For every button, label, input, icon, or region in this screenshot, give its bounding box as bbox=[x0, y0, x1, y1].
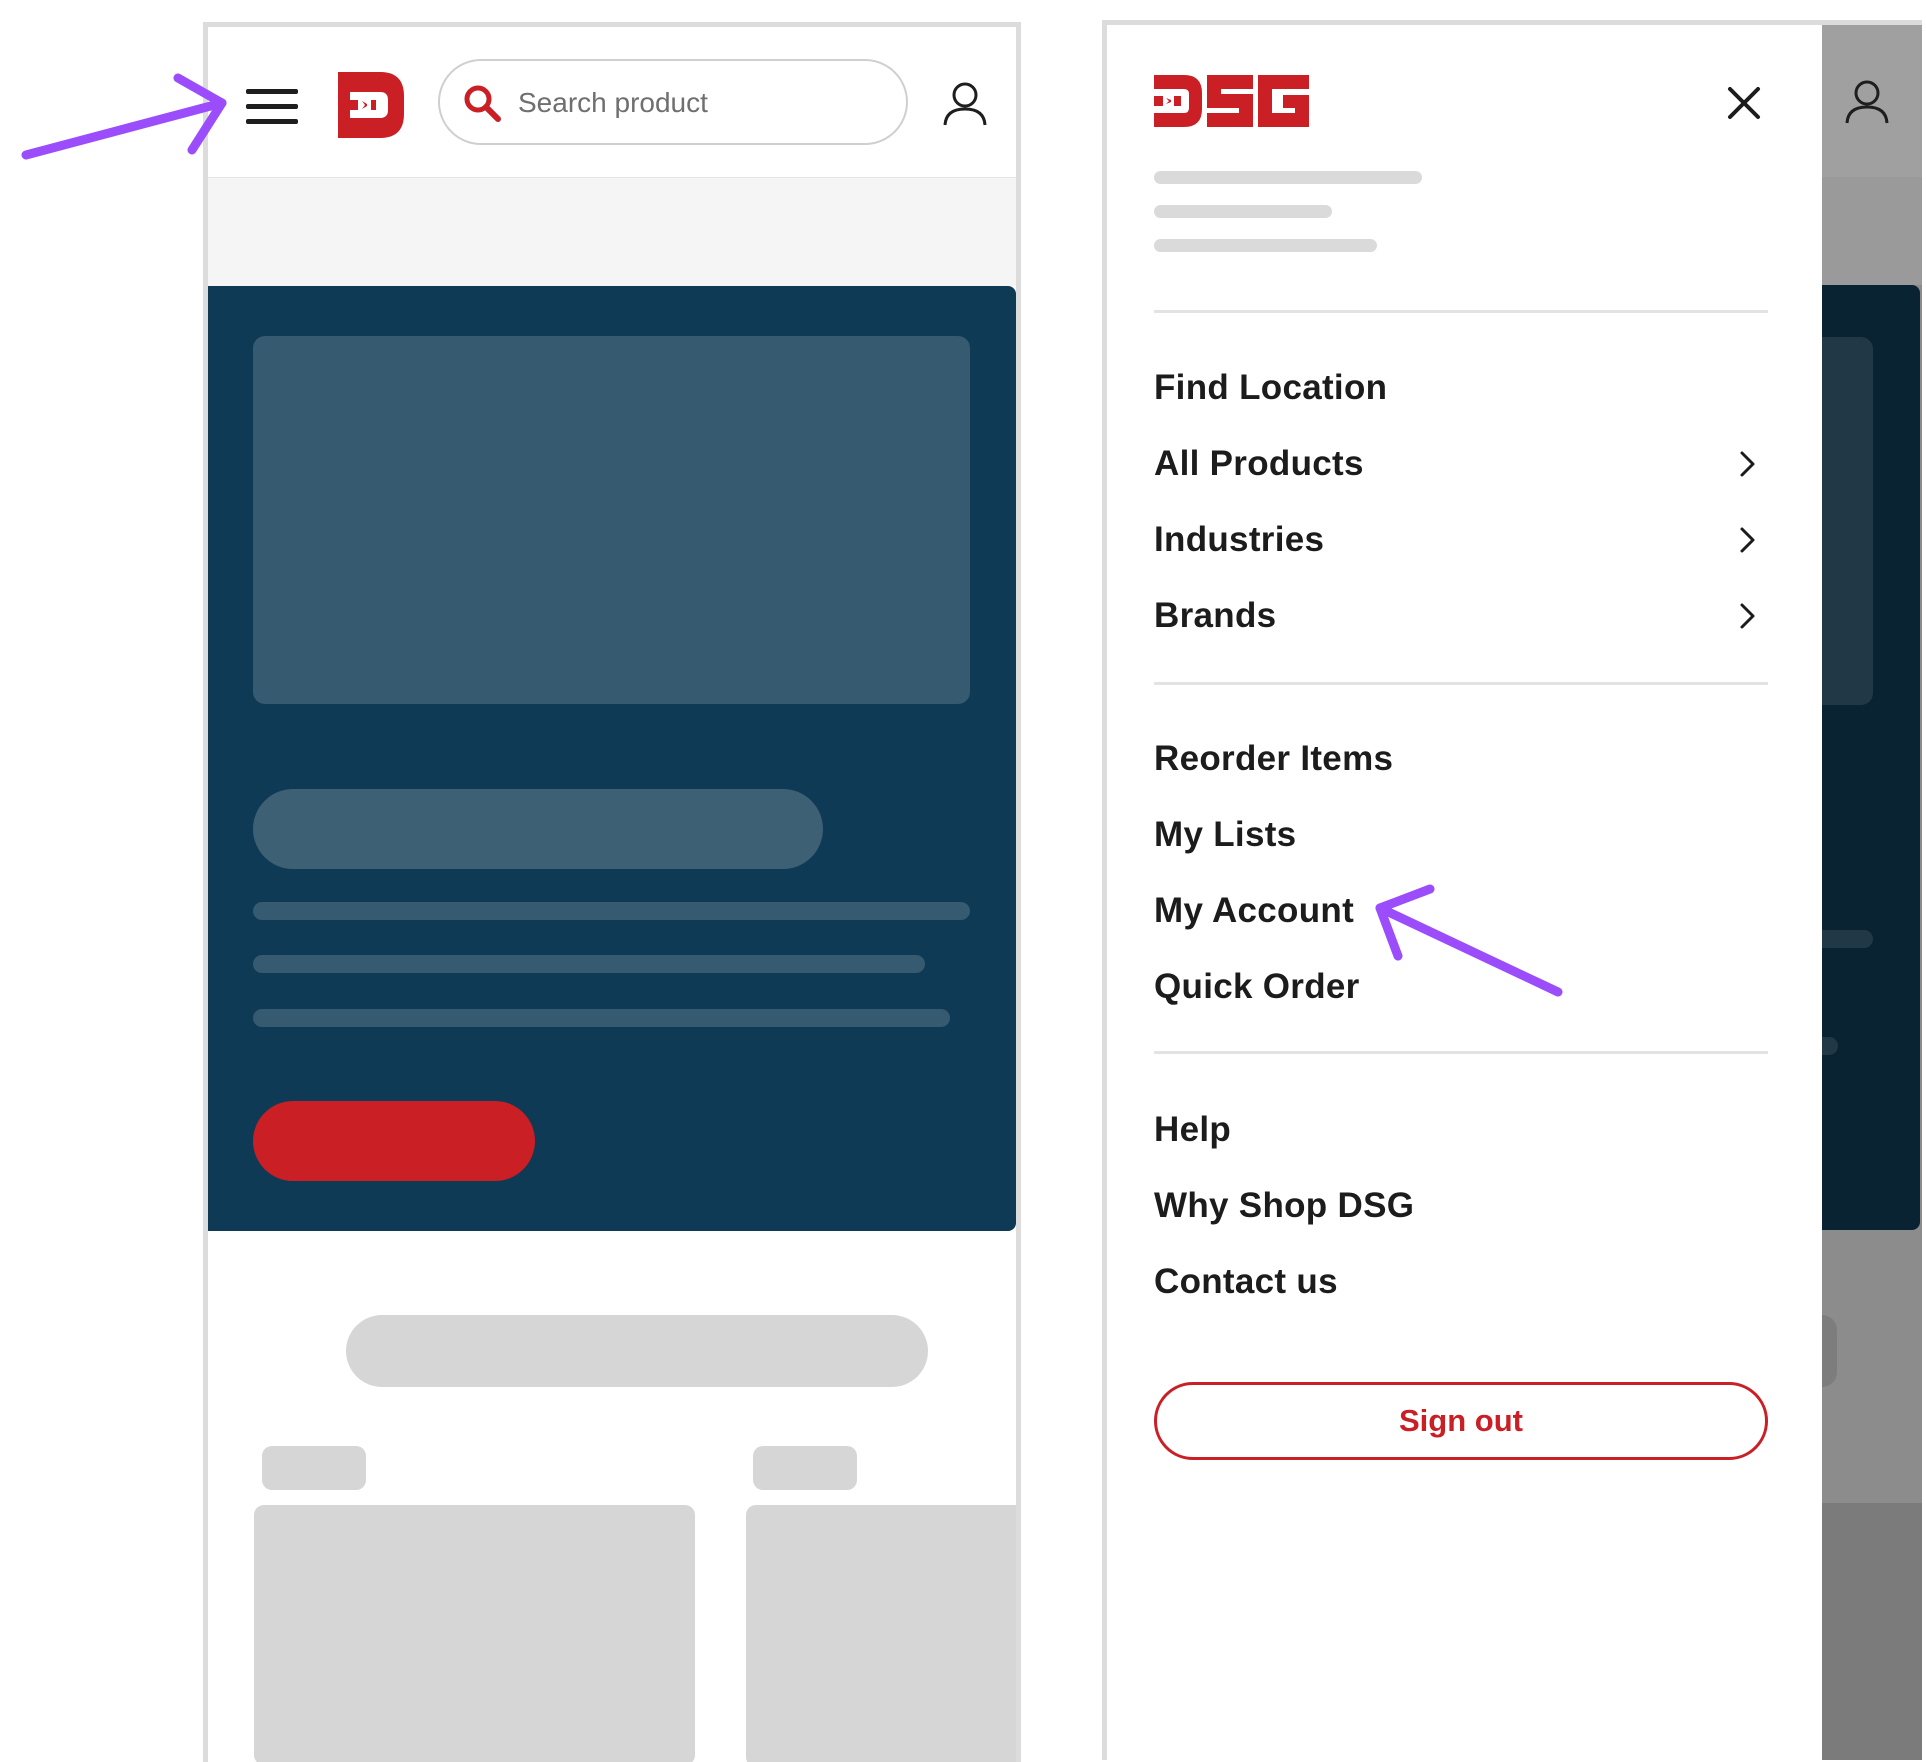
menu-item-label: My Account bbox=[1154, 891, 1355, 930]
greeting-placeholder bbox=[1154, 171, 1422, 184]
card-tag-placeholder bbox=[262, 1446, 366, 1490]
sign-out-button[interactable]: Sign out bbox=[1154, 1382, 1768, 1460]
menu-item-label: Quick Order bbox=[1154, 967, 1360, 1006]
menu-item-quick-order[interactable]: Quick Order bbox=[1154, 959, 1768, 1015]
hero-text-line bbox=[253, 955, 925, 973]
dsg-wordmark-logo-icon[interactable] bbox=[1154, 75, 1309, 127]
hero-image-placeholder bbox=[253, 336, 970, 704]
close-icon[interactable] bbox=[1724, 83, 1764, 123]
chevron-right-icon bbox=[1740, 451, 1755, 477]
chevron-right-icon bbox=[1740, 527, 1755, 553]
menu-item-label: Contact us bbox=[1154, 1262, 1338, 1301]
menu-item-label: Find Location bbox=[1154, 368, 1388, 407]
hero-cta-button[interactable] bbox=[253, 1101, 535, 1181]
menu-item-industries[interactable]: Industries bbox=[1154, 512, 1768, 568]
menu-item-label: Help bbox=[1154, 1110, 1232, 1149]
menu-item-label: Industries bbox=[1154, 520, 1325, 559]
menu-item-my-account[interactable]: My Account bbox=[1154, 883, 1768, 939]
menu-item-label: Why Shop DSG bbox=[1154, 1186, 1415, 1225]
menu-item-why-shop-dsg[interactable]: Why Shop DSG bbox=[1154, 1178, 1768, 1234]
menu-item-label: My Lists bbox=[1154, 815, 1297, 854]
menu-item-contact-us[interactable]: Contact us bbox=[1154, 1254, 1768, 1310]
section-heading-placeholder bbox=[346, 1315, 928, 1387]
hero-title-placeholder bbox=[253, 789, 823, 869]
menu-item-label: Brands bbox=[1154, 596, 1277, 635]
menu-divider bbox=[1154, 310, 1768, 313]
menu-item-reorder-items[interactable]: Reorder Items bbox=[1154, 731, 1768, 787]
left-phone-screen bbox=[203, 22, 1021, 1762]
search-icon[interactable] bbox=[460, 81, 504, 125]
menu-divider bbox=[1154, 682, 1768, 685]
search-bar[interactable] bbox=[438, 59, 908, 145]
hamburger-icon[interactable] bbox=[246, 87, 298, 127]
menu-item-my-lists[interactable]: My Lists bbox=[1154, 807, 1768, 863]
card-tag-placeholder bbox=[753, 1446, 857, 1490]
hero-banner bbox=[208, 286, 1016, 1231]
announcement-placeholder bbox=[208, 178, 1016, 286]
menu-item-all-products[interactable]: All Products bbox=[1154, 436, 1768, 492]
right-phone-screen: Find Location All Products Industries Br… bbox=[1102, 20, 1922, 1760]
chevron-right-icon bbox=[1740, 603, 1755, 629]
product-card-placeholder[interactable] bbox=[254, 1505, 695, 1762]
user-icon[interactable] bbox=[940, 79, 990, 129]
menu-item-brands[interactable]: Brands bbox=[1154, 588, 1768, 644]
top-header bbox=[208, 27, 1016, 178]
greeting-placeholder bbox=[1154, 239, 1377, 252]
greeting-placeholder bbox=[1154, 205, 1332, 218]
menu-item-help[interactable]: Help bbox=[1154, 1102, 1768, 1158]
navigation-drawer: Find Location All Products Industries Br… bbox=[1107, 25, 1822, 1760]
product-card-placeholder[interactable] bbox=[746, 1505, 1016, 1762]
user-icon bbox=[1845, 80, 1889, 124]
dimmed-card-placeholder bbox=[1807, 1503, 1922, 1760]
hero-text-line bbox=[253, 1009, 950, 1027]
menu-item-find-location[interactable]: Find Location bbox=[1154, 360, 1768, 416]
hero-text-line bbox=[253, 902, 970, 920]
menu-divider bbox=[1154, 1051, 1768, 1054]
dsg-d-logo-icon[interactable] bbox=[336, 70, 406, 140]
menu-item-label: All Products bbox=[1154, 444, 1364, 483]
menu-item-label: Reorder Items bbox=[1154, 739, 1394, 778]
search-input[interactable] bbox=[516, 79, 890, 127]
